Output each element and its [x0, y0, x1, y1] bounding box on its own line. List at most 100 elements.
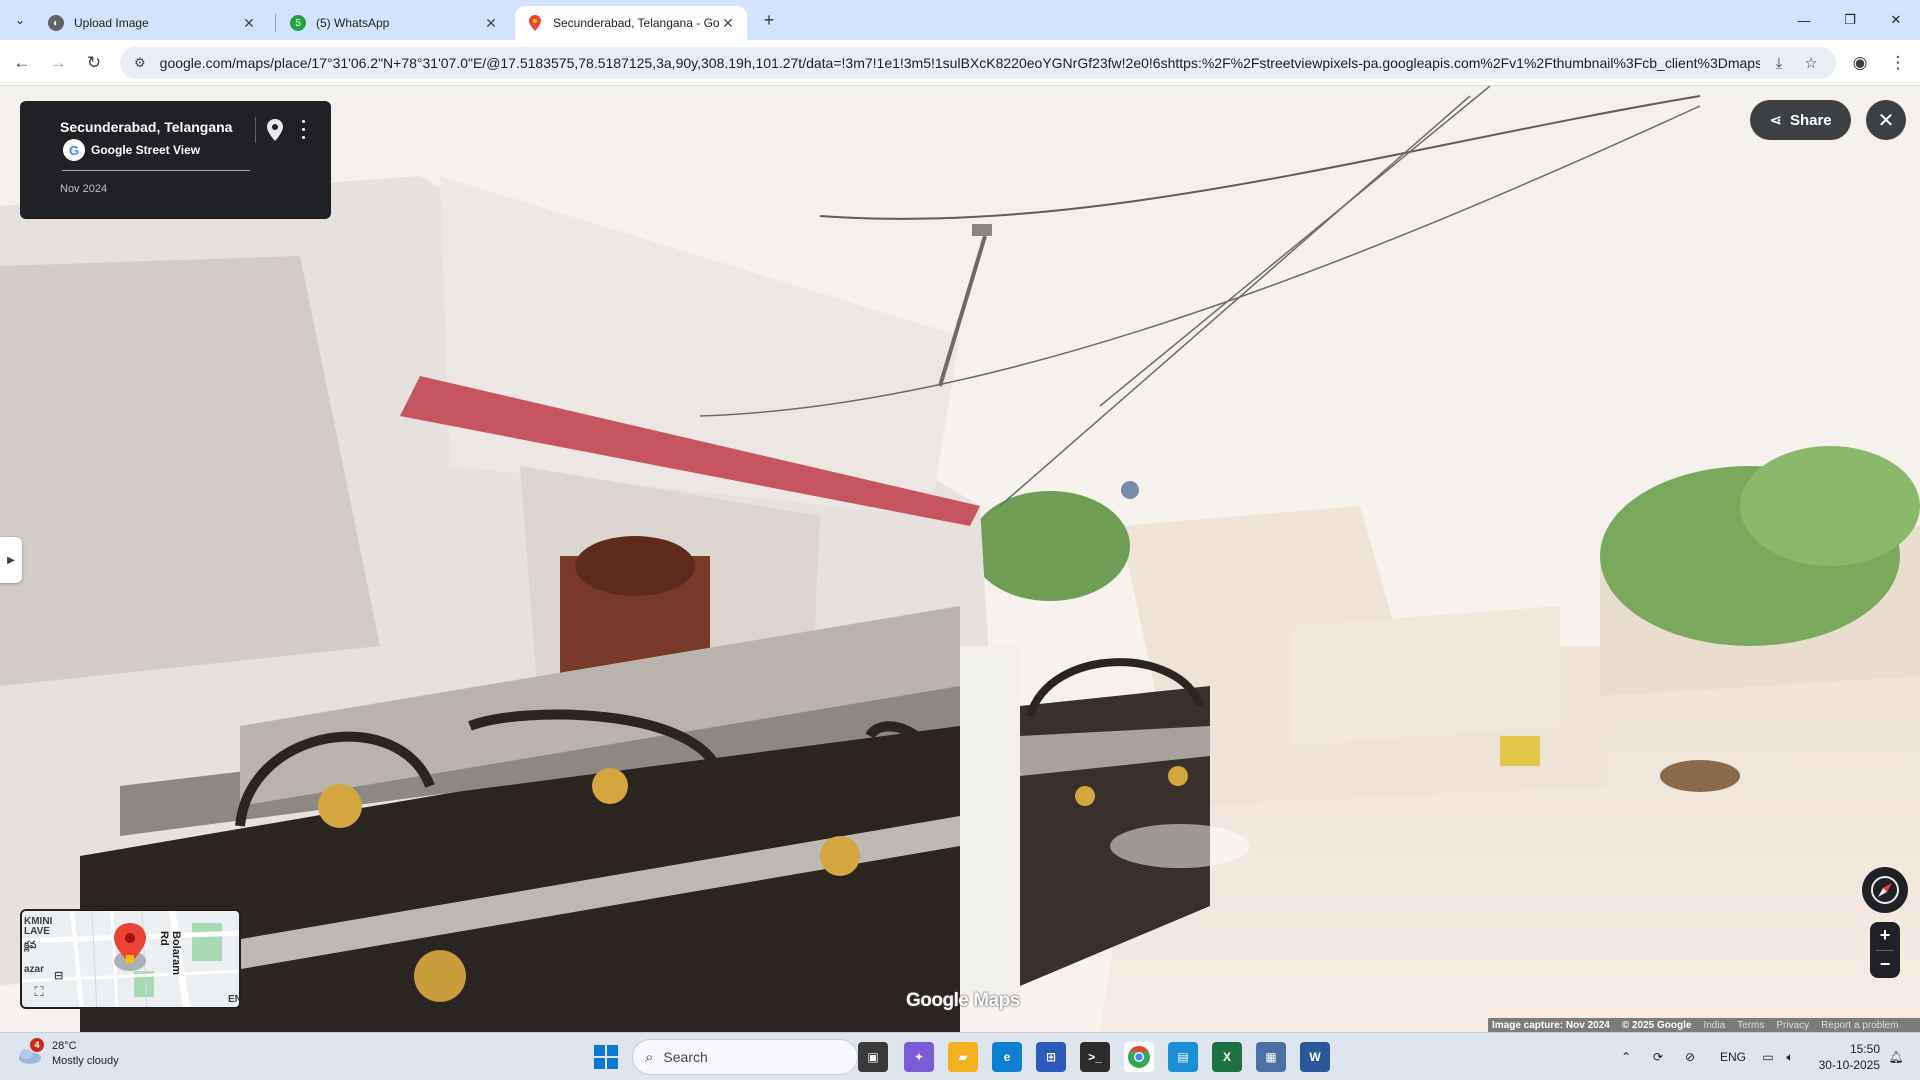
- place-title[interactable]: Secunderabad, Telangana: [60, 119, 232, 135]
- close-window-button[interactable]: ✕: [1874, 8, 1918, 32]
- maps-pin-icon: [527, 15, 543, 31]
- minimap-label-script: క్లవ: [24, 940, 37, 951]
- search-icon: ⌕: [645, 1048, 654, 1066]
- clock-date: 30-10-2025: [1818, 1058, 1880, 1072]
- street-view-brand: G Google Street View: [63, 139, 200, 161]
- word-icon[interactable]: W: [1300, 1042, 1330, 1072]
- minimap-corner-label: EN: [228, 994, 241, 1005]
- location-info-card: Secunderabad, Telangana G Google Street …: [20, 101, 331, 219]
- image-capture-label: Image capture: Nov 2024: [1492, 1019, 1610, 1031]
- url-text[interactable]: google.com/maps/place/17°31'06.2"N+78°31…: [160, 55, 1760, 71]
- chevron-right-icon: ▶: [7, 554, 15, 566]
- show-hidden-icons-icon[interactable]: ⌃: [1614, 1047, 1638, 1067]
- more-options-icon[interactable]: [296, 117, 310, 141]
- calculator-icon[interactable]: ▦: [1256, 1042, 1286, 1072]
- back-button[interactable]: ←: [8, 49, 36, 77]
- start-button[interactable]: [594, 1045, 618, 1069]
- menu-kebab-icon[interactable]: ⋮: [1884, 49, 1912, 77]
- browser-toolbar: ← → ↻ ⚙ google.com/maps/place/17°31'06.2…: [0, 40, 1920, 86]
- terminal-icon[interactable]: >_: [1080, 1042, 1110, 1072]
- chrome-icon[interactable]: [1124, 1042, 1154, 1072]
- bus-icon: ⊟: [54, 970, 64, 982]
- upload-icon: ◐: [48, 15, 64, 31]
- card-vertical-divider: [255, 117, 256, 143]
- edge-icon[interactable]: e: [992, 1042, 1022, 1072]
- report-problem-link[interactable]: Report a problem: [1821, 1020, 1898, 1031]
- google-logo-icon: G: [63, 139, 85, 161]
- privacy-link[interactable]: Privacy: [1776, 1020, 1809, 1031]
- minimap-road-label: Bolaram Rd: [158, 931, 182, 976]
- street-view-image[interactable]: [0, 86, 1920, 1032]
- zoom-in-button[interactable]: +: [1870, 922, 1900, 950]
- zoom-control: + −: [1870, 922, 1900, 978]
- tab-strip: ⌄ ◐ Upload Image ✕ 5 (5) WhatsApp ✕ Secu…: [0, 0, 1920, 40]
- chevron-down-icon: ⌄: [14, 13, 26, 27]
- new-tab-button[interactable]: +: [758, 9, 780, 31]
- tab-google-maps[interactable]: Secunderabad, Telangana - Goo ✕: [515, 6, 747, 40]
- tab-title: (5) WhatsApp: [316, 16, 390, 30]
- close-street-view-button[interactable]: ✕: [1866, 100, 1906, 140]
- tab-whatsapp[interactable]: 5 (5) WhatsApp ✕: [278, 6, 510, 40]
- compass-icon: [1871, 876, 1899, 904]
- display-icon[interactable]: ▭: [1756, 1047, 1780, 1067]
- volume-icon[interactable]: 🔈︎: [1778, 1047, 1802, 1067]
- share-button[interactable]: ⋖ Share: [1750, 100, 1851, 140]
- minimap[interactable]: KMINI LAVE క్లవ azar Bolaram Rd EN ⊟ ⛶: [20, 909, 241, 1009]
- minimap-label-bottom: azar: [24, 964, 45, 975]
- tab-upload-image[interactable]: ◐ Upload Image ✕: [36, 6, 268, 40]
- tab-search-button[interactable]: ⌄: [8, 8, 32, 32]
- network-off-icon[interactable]: ⊘: [1678, 1047, 1702, 1067]
- excel-icon[interactable]: X: [1212, 1042, 1242, 1072]
- brand-label: Google Street View: [91, 143, 201, 157]
- close-tab-icon[interactable]: ✕: [240, 14, 258, 32]
- map-pin-icon[interactable]: [266, 119, 286, 141]
- capture-date[interactable]: Nov 2024: [60, 183, 107, 195]
- sync-icon[interactable]: ⟳: [1646, 1047, 1670, 1067]
- street-view-panorama[interactable]: Secunderabad, Telangana G Google Street …: [0, 86, 1920, 1032]
- forward-button[interactable]: →: [44, 49, 72, 77]
- windows-taskbar: 4 28°C Mostly cloudy ⌕ Search ▣ ✦ ▰ e ⊞ …: [0, 1032, 1920, 1080]
- region-label: India: [1703, 1019, 1726, 1031]
- remote-desktop-icon[interactable]: ▤: [1168, 1042, 1198, 1072]
- close-tab-icon[interactable]: ✕: [482, 14, 500, 32]
- task-view-icon[interactable]: ▣: [858, 1042, 888, 1072]
- card-divider: [62, 170, 250, 171]
- tab-title: Upload Image: [74, 16, 149, 30]
- compass-button[interactable]: [1862, 867, 1908, 913]
- whatsapp-icon: 5: [290, 15, 306, 31]
- weather-widget[interactable]: 4 28°C Mostly cloudy: [16, 1038, 119, 1069]
- map-footer: Image capture: Nov 2024 © 2025 Google In…: [1488, 1018, 1920, 1032]
- restore-button[interactable]: ❐: [1828, 8, 1872, 32]
- bookmark-star-icon[interactable]: ☆: [1798, 50, 1824, 76]
- expand-side-panel-button[interactable]: ▶: [0, 537, 22, 583]
- minimize-button[interactable]: —: [1782, 8, 1826, 32]
- language-indicator[interactable]: ENG: [1716, 1047, 1750, 1067]
- minimap-roads: [22, 911, 239, 1007]
- close-tab-icon[interactable]: ✕: [719, 14, 737, 32]
- install-app-icon[interactable]: ⤓: [1766, 50, 1792, 76]
- store-icon[interactable]: ⊞: [1036, 1042, 1066, 1072]
- site-settings-icon[interactable]: ⚙: [134, 55, 146, 71]
- tab-divider: [275, 14, 276, 32]
- reload-button[interactable]: ↻: [80, 49, 108, 77]
- address-bar[interactable]: ⚙ google.com/maps/place/17°31'06.2"N+78°…: [120, 47, 1836, 79]
- system-clock[interactable]: 15:50 30-10-2025: [1810, 1041, 1880, 1073]
- copilot-icon[interactable]: ✦: [904, 1042, 934, 1072]
- terms-link[interactable]: Terms: [1737, 1020, 1764, 1031]
- copyright-label: © 2025 Google: [1621, 1019, 1692, 1031]
- google-maps-watermark: Google Maps: [906, 990, 1020, 1011]
- windows-logo-icon: [594, 1045, 618, 1069]
- zoom-out-button[interactable]: −: [1870, 951, 1900, 979]
- weather-badge: 4: [30, 1038, 44, 1052]
- tab-title: Secunderabad, Telangana - Goo: [553, 16, 719, 30]
- taskbar-search-placeholder: Search: [663, 1049, 708, 1065]
- cloud-icon: 4: [16, 1038, 44, 1068]
- taskbar-search[interactable]: ⌕ Search: [632, 1039, 858, 1075]
- profile-icon[interactable]: ◉: [1846, 49, 1874, 77]
- expand-map-icon[interactable]: ⛶: [30, 983, 48, 1001]
- file-explorer-icon[interactable]: ▰: [948, 1042, 978, 1072]
- notification-bell-icon[interactable]: 🔔︎: [1884, 1047, 1908, 1067]
- close-icon: ✕: [1877, 109, 1895, 132]
- clock-time: 15:50: [1849, 1042, 1880, 1056]
- minimap-label: KMINI LAVE: [24, 916, 53, 937]
